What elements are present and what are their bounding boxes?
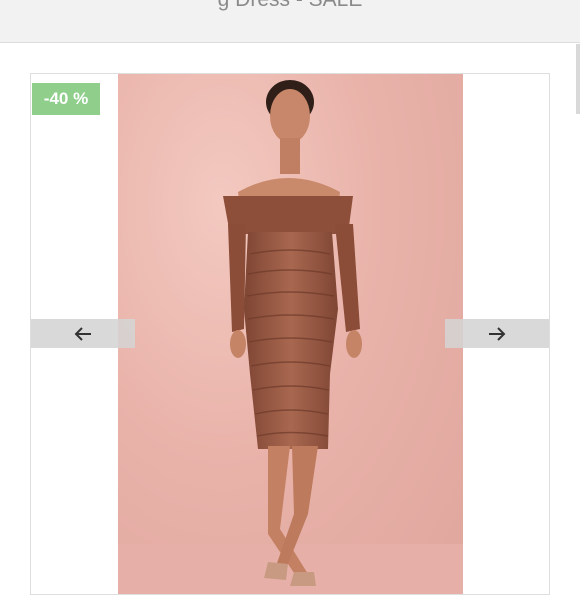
arrow-left-icon — [74, 326, 91, 341]
next-image-button[interactable] — [445, 319, 549, 348]
page-title: g Dress - SALE — [0, 0, 580, 12]
product-photo[interactable] — [118, 74, 463, 594]
scrollbar[interactable] — [576, 44, 580, 114]
top-bar: g Dress - SALE — [0, 0, 580, 43]
previous-image-button[interactable] — [31, 319, 135, 348]
product-image-gallery: -40 % — [30, 73, 550, 595]
discount-badge: -40 % — [32, 83, 100, 115]
arrow-right-icon — [489, 326, 506, 341]
dress-model-illustration — [118, 80, 463, 594]
